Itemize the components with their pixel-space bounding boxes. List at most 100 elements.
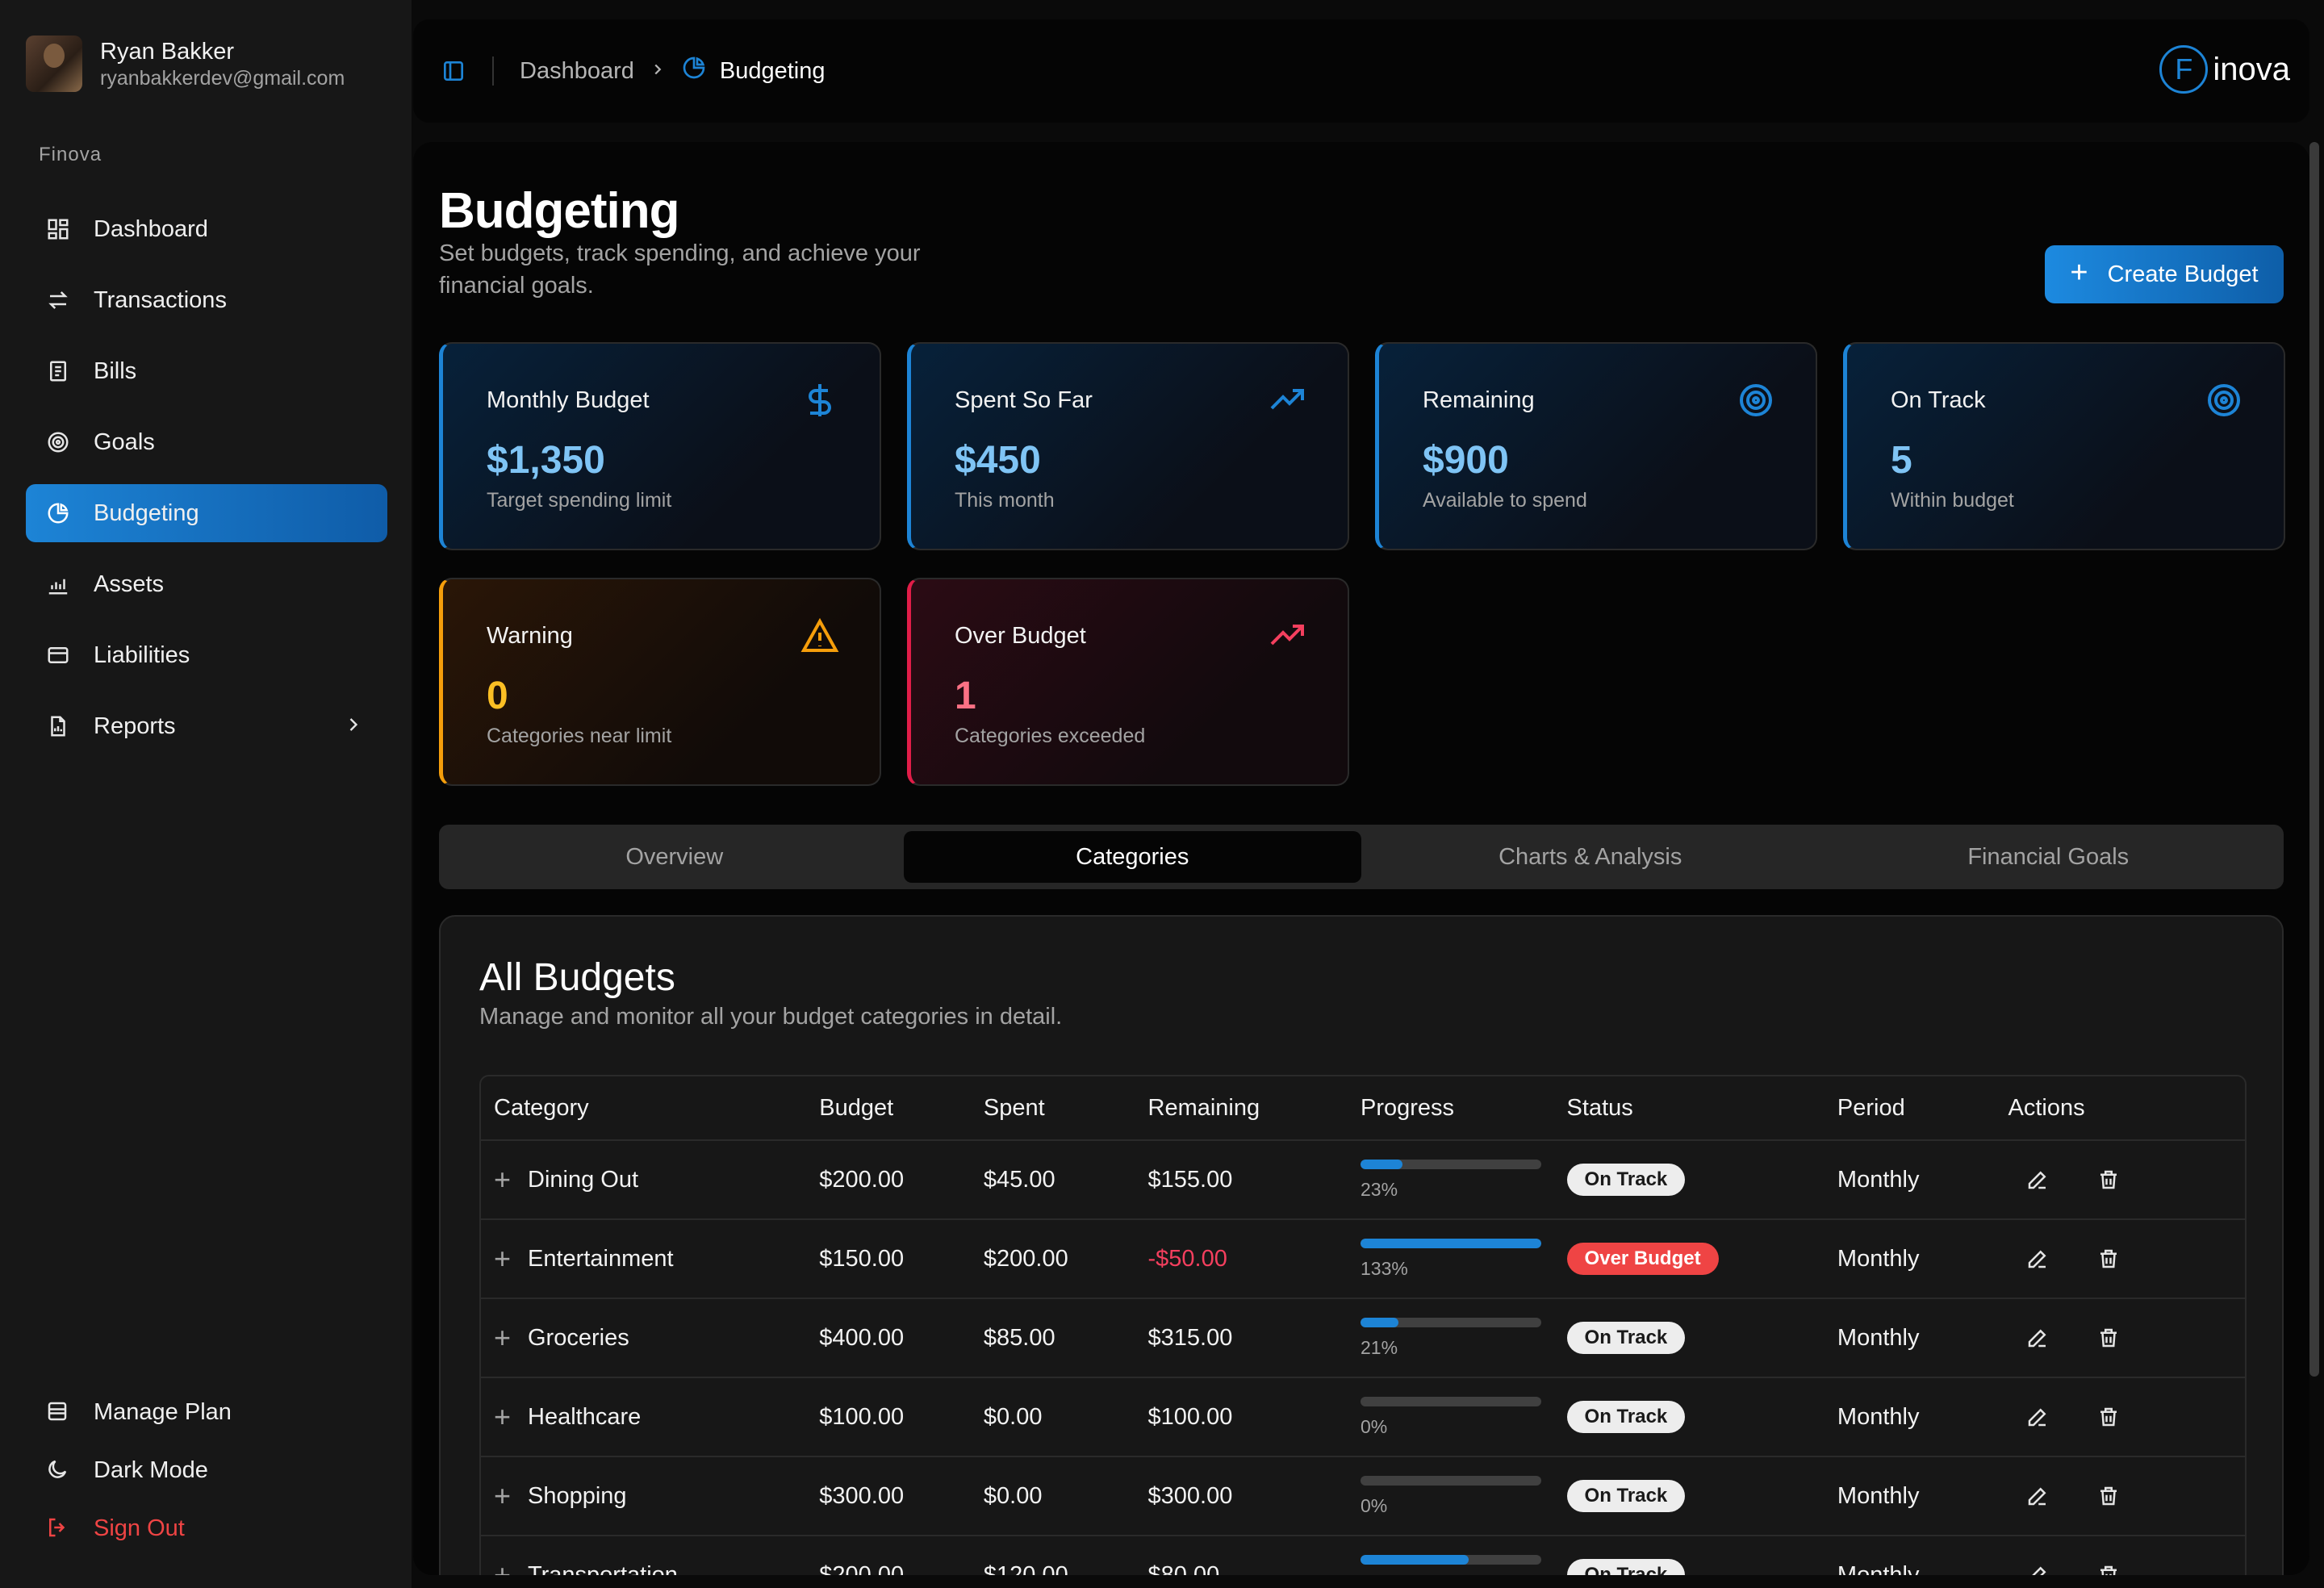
table-row[interactable]: + Healthcare $100.00 $0.00 $100.00 0% On Track… xyxy=(481,1378,2245,1457)
arrows-swap-icon xyxy=(45,287,71,313)
create-budget-button[interactable]: + Create Budget xyxy=(2045,245,2284,303)
card-description: Available to spend xyxy=(1423,489,1587,512)
progress-bar xyxy=(1361,1159,1542,1169)
sidebar-item-assets[interactable]: Assets xyxy=(26,555,387,613)
sidebar-item-budgeting[interactable]: Budgeting xyxy=(26,484,387,542)
category-cell: + Entertainment xyxy=(481,1242,819,1276)
sign-out-button[interactable]: Sign Out xyxy=(45,1499,232,1557)
card-value: 5 xyxy=(1891,439,1912,482)
card-value: $450 xyxy=(955,439,1041,482)
edit-icon[interactable] xyxy=(2021,1164,2054,1196)
moon-icon xyxy=(45,1457,71,1483)
trash-icon[interactable] xyxy=(2092,1480,2125,1512)
table-row[interactable]: + Dining Out $200.00 $45.00 $155.00 23% On Tra… xyxy=(481,1141,2245,1220)
dark-mode-label: Dark Mode xyxy=(94,1456,208,1483)
category-name: Transportation xyxy=(528,1561,678,1576)
file-chart-icon xyxy=(45,713,71,739)
trash-icon[interactable] xyxy=(2092,1164,2125,1196)
sidebar-item-reports[interactable]: Reports xyxy=(26,697,387,755)
progress-bar xyxy=(1361,1317,1542,1327)
budget-cell: $200.00 xyxy=(819,1561,905,1576)
sidebar-item-label: Goals xyxy=(94,428,155,455)
expand-icon[interactable]: + xyxy=(494,1479,511,1513)
sidebar-toggle-icon[interactable] xyxy=(441,58,466,84)
edit-icon[interactable] xyxy=(2021,1480,2054,1512)
wallet-icon xyxy=(45,1399,71,1425)
chevron-right-icon xyxy=(649,61,667,82)
actions-cell xyxy=(2008,1401,2245,1433)
edit-icon[interactable] xyxy=(2021,1243,2054,1275)
logo: F inova xyxy=(2159,45,2290,94)
tab-charts-analysis[interactable]: Charts & Analysis xyxy=(1361,831,1820,883)
progress-fill xyxy=(1361,1554,1469,1565)
breadcrumb-current: Budgeting xyxy=(681,55,826,87)
sidebar-item-bills[interactable]: Bills xyxy=(26,342,387,400)
logo-mark: F xyxy=(2159,45,2209,94)
warning-card: Warning 0 Categories near limit xyxy=(439,578,881,786)
expand-icon[interactable]: + xyxy=(494,1242,511,1276)
breadcrumb-dashboard[interactable]: Dashboard xyxy=(520,58,634,85)
scrollbar[interactable] xyxy=(2309,142,2319,1377)
sidebar-item-goals[interactable]: Goals xyxy=(26,413,387,471)
sidebar-item-liabilities[interactable]: Liabilities xyxy=(26,626,387,684)
sidebar-item-label: Assets xyxy=(94,570,165,597)
progress-cell: 133% xyxy=(1361,1238,1567,1280)
chevron-right-icon[interactable] xyxy=(342,713,365,742)
sidebar-item-dashboard[interactable]: Dashboard xyxy=(26,200,387,258)
status-badge: On Track xyxy=(1566,1164,1686,1196)
sidebar-item-label: Dashboard xyxy=(94,215,208,242)
manage-plan-button[interactable]: Manage Plan xyxy=(45,1383,232,1441)
section-subtitle: Manage and monitor all your budget categ… xyxy=(479,1004,1063,1030)
budget-cell: $100.00 xyxy=(819,1403,905,1430)
expand-icon[interactable]: + xyxy=(494,1163,511,1197)
actions-cell xyxy=(2008,1164,2245,1196)
sign-out-icon xyxy=(45,1515,71,1541)
edit-icon[interactable] xyxy=(2021,1322,2054,1354)
period-cell: Monthly xyxy=(1837,1166,1920,1193)
target-icon xyxy=(2205,381,2243,420)
actions-cell xyxy=(2008,1243,2245,1275)
table-row[interactable]: + Entertainment $150.00 $200.00 -$50.00 133% O… xyxy=(481,1220,2245,1299)
trash-icon[interactable] xyxy=(2092,1243,2125,1275)
budgets-table: Category Budget Spent Remaining Progress… xyxy=(479,1075,2247,1575)
progress-bar xyxy=(1361,1554,1542,1565)
category-cell: + Healthcare xyxy=(481,1400,819,1434)
spent-cell: $120.00 xyxy=(983,1561,1068,1576)
progress-fill xyxy=(1361,1159,1402,1169)
edit-icon[interactable] xyxy=(2021,1559,2054,1575)
trash-icon[interactable] xyxy=(2092,1401,2125,1433)
category-cell: + Groceries xyxy=(481,1321,819,1355)
spent-cell: $85.00 xyxy=(983,1324,1055,1351)
card-value: 0 xyxy=(487,675,508,717)
dark-mode-toggle[interactable]: Dark Mode xyxy=(45,1441,232,1499)
expand-icon[interactable]: + xyxy=(494,1400,511,1434)
table-row[interactable]: + Transportation $200.00 $120.00 $80.00 60%On… xyxy=(481,1536,2245,1575)
table-row[interactable]: + Groceries $400.00 $85.00 $315.00 21% On Trac… xyxy=(481,1299,2245,1378)
card-description: Categories near limit xyxy=(487,725,672,747)
user-profile[interactable]: Ryan Bakker ryanbakkerdev@gmail.com xyxy=(26,36,345,92)
edit-icon[interactable] xyxy=(2021,1401,2054,1433)
trash-icon[interactable] xyxy=(2092,1559,2125,1575)
budget-tabs: Overview Categories Charts & Analysis Fi… xyxy=(439,825,2284,889)
table-row[interactable]: + Shopping $300.00 $0.00 $300.00 0% On Track Mo… xyxy=(481,1457,2245,1536)
trash-icon[interactable] xyxy=(2092,1322,2125,1354)
target-icon xyxy=(45,429,71,455)
tab-categories[interactable]: Categories xyxy=(903,831,1361,883)
expand-icon[interactable]: + xyxy=(494,1321,511,1355)
sign-out-label: Sign Out xyxy=(94,1515,185,1541)
progress-text: 0% xyxy=(1361,1415,1388,1437)
progress-text: 21% xyxy=(1361,1336,1398,1358)
card-description: Within budget xyxy=(1891,489,2014,512)
avatar xyxy=(26,36,82,92)
progress-cell: 0% xyxy=(1361,1396,1567,1438)
progress-bar xyxy=(1361,1238,1542,1248)
sidebar-item-label: Transactions xyxy=(94,286,227,313)
status-cell: On Track xyxy=(1566,1559,1837,1575)
actions-cell xyxy=(2008,1322,2245,1354)
progress-text: 60% xyxy=(1361,1574,1567,1576)
tab-overview[interactable]: Overview xyxy=(445,831,904,883)
tab-financial-goals[interactable]: Financial Goals xyxy=(1820,831,2278,883)
progress-cell: 0% xyxy=(1361,1475,1567,1517)
expand-icon[interactable]: + xyxy=(494,1558,511,1575)
sidebar-item-transactions[interactable]: Transactions xyxy=(26,271,387,329)
